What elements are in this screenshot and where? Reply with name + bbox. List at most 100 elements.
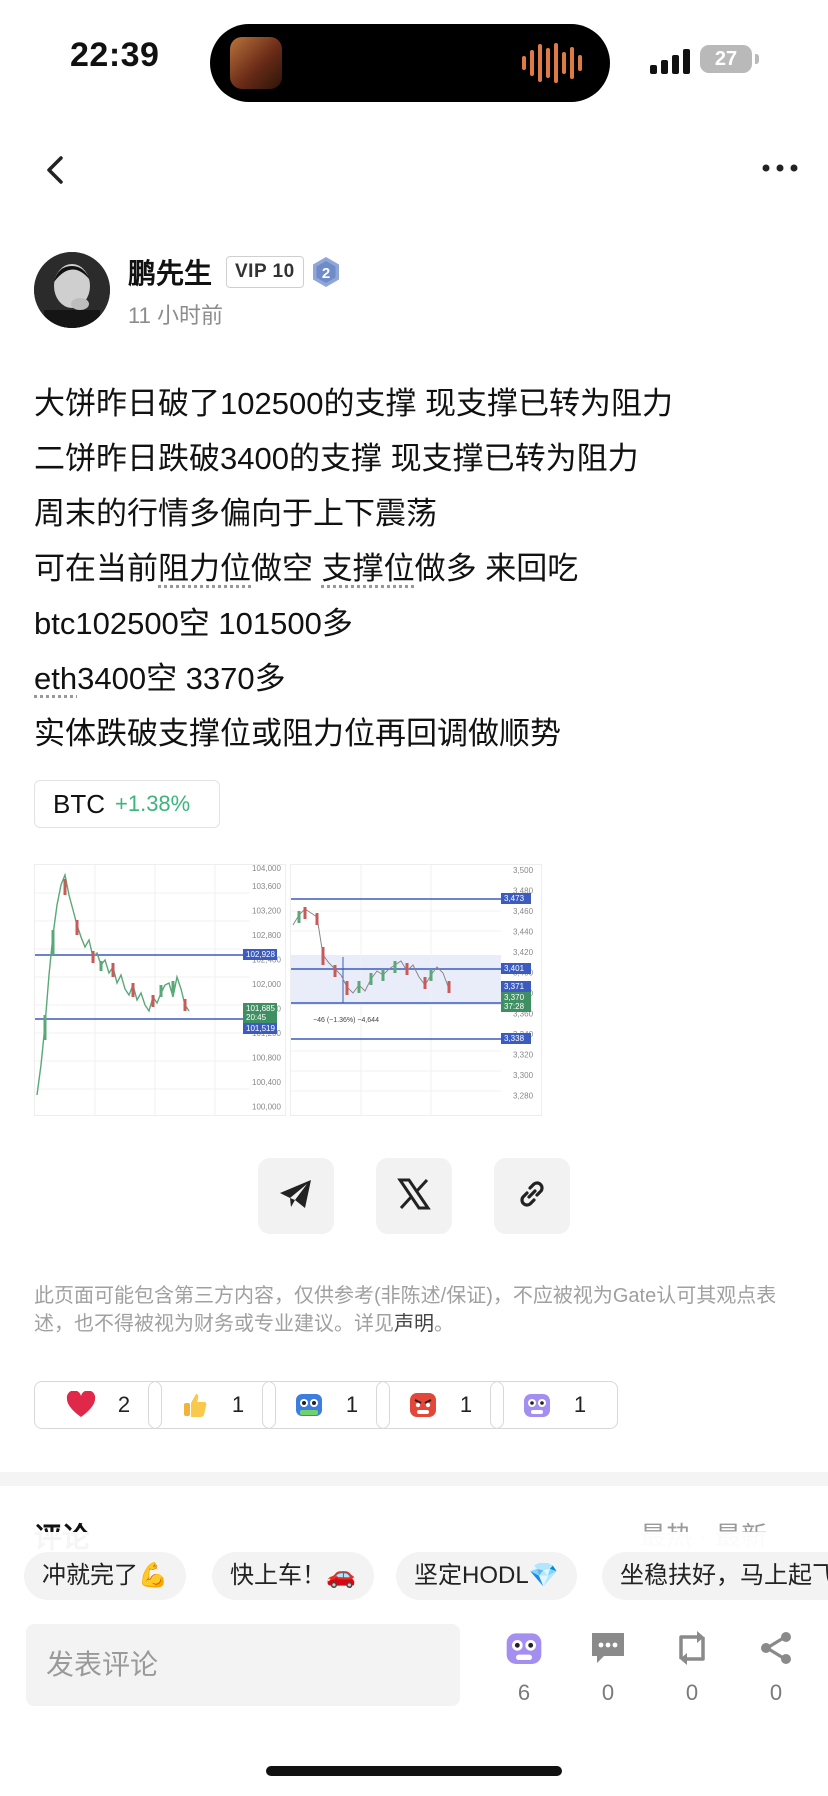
eth-tag-top: 3,473 xyxy=(504,894,525,903)
share-telegram-button[interactable] xyxy=(258,1158,334,1234)
hodl-robot-icon xyxy=(294,1390,324,1420)
reaction-count: 1 xyxy=(345,1392,359,1417)
battery-tip xyxy=(755,54,759,64)
eth-price-tick: 3,440 xyxy=(513,928,534,937)
react-action-button[interactable]: 6 xyxy=(494,1628,554,1706)
section-divider xyxy=(0,1472,828,1486)
quick-reply-chip[interactable]: 坚定HODL💎 xyxy=(396,1552,577,1600)
ticker-chip[interactable]: BTC +1.38% xyxy=(34,780,220,828)
share-action-button[interactable]: 0 xyxy=(746,1628,806,1706)
eth-tag-mid: 3,401 xyxy=(504,964,525,973)
reaction-hodl[interactable]: 1 xyxy=(262,1381,390,1429)
telegram-icon xyxy=(276,1174,316,1219)
post-line-6-b: 3400空 3370多 xyxy=(77,661,286,696)
author-name[interactable]: 鹏先生 xyxy=(128,252,212,292)
dynamic-island[interactable] xyxy=(210,24,610,102)
term-support-link[interactable]: 支撑位 xyxy=(322,551,415,586)
more-options-icon[interactable] xyxy=(760,158,800,178)
quick-reply-chip[interactable]: 冲就完了💪 xyxy=(24,1552,186,1600)
angry-face-icon xyxy=(408,1390,438,1420)
comment-input[interactable]: 发表评论 xyxy=(26,1624,460,1706)
eth-price-tick: 3,420 xyxy=(513,948,534,957)
btc-price-tick: 103,600 xyxy=(252,882,281,891)
eth-price-tick: 3,460 xyxy=(513,907,534,916)
purple-monster-icon xyxy=(504,1628,544,1668)
eth-measure-label: −46 (−1.36%) −4,644 xyxy=(313,1017,379,1024)
level-badge-icon: 2 xyxy=(310,256,342,288)
btc-price-tick: 100,800 xyxy=(252,1054,281,1063)
reaction-angry[interactable]: 1 xyxy=(376,1381,504,1429)
thumbs-up-icon xyxy=(180,1390,210,1420)
quick-reply-chip[interactable]: 快上车！🚗 xyxy=(212,1552,374,1600)
eth-price-tick: 3,300 xyxy=(513,1071,534,1080)
post-line-4-c: 做空 xyxy=(251,551,322,586)
post-timestamp: 11 小时前 xyxy=(128,303,223,328)
reaction-heart[interactable]: 2 xyxy=(34,1381,162,1429)
react-count: 6 xyxy=(517,1680,531,1705)
status-time: 22:39 xyxy=(70,36,160,74)
btc-price-tick: 102,800 xyxy=(252,931,281,940)
back-icon[interactable] xyxy=(36,150,76,190)
btc-price-tick: 102,000 xyxy=(252,980,281,989)
term-eth-link[interactable]: eth xyxy=(34,661,77,696)
repost-icon xyxy=(672,1628,712,1668)
x-icon xyxy=(396,1176,432,1217)
btc-price-tick: 103,200 xyxy=(252,907,281,916)
btc-price-tick: 100,000 xyxy=(252,1103,281,1112)
battery-icon: 27 xyxy=(700,45,752,73)
audio-waveform-icon xyxy=(522,42,582,84)
eth-chart-image[interactable]: −46 (−1.36%) −4,644 3,500 3,480 3,460 3,440… xyxy=(290,864,542,1116)
home-indicator xyxy=(266,1766,562,1776)
quick-reply-chip[interactable]: 坐稳扶好，马上起飞 xyxy=(602,1552,828,1600)
link-icon xyxy=(512,1174,552,1219)
repost-action-button[interactable]: 0 xyxy=(662,1628,722,1706)
cellular-signal-icon xyxy=(650,48,690,74)
reaction-count: 2 xyxy=(117,1392,131,1417)
reaction-count: 1 xyxy=(459,1392,473,1417)
btc-price-tick: 100,400 xyxy=(252,1078,281,1087)
level-badge-number: 2 xyxy=(322,265,330,282)
ticker-symbol: BTC xyxy=(53,788,105,819)
share-count: 0 xyxy=(769,1680,783,1705)
disclaimer-end: 。 xyxy=(434,1313,454,1335)
post-line-1: 大饼昨日破了102500的支撑 现支撑已转为阻力 xyxy=(34,386,674,421)
post-line-6: eth3400空 3370多 xyxy=(34,651,814,706)
btc-tag-support: 101,519 xyxy=(246,1024,275,1033)
eth-price-tick: 3,500 xyxy=(513,866,534,875)
ticker-change: +1.38% xyxy=(115,791,191,816)
eth-tag-370: 3,370 xyxy=(504,993,525,1002)
share-x-button[interactable] xyxy=(376,1158,452,1234)
eth-tag-371: 3,371 xyxy=(504,982,525,991)
post-body: 大饼昨日破了102500的支撑 现支撑已转为阻力 二饼昨日跌破3400的支撑 现… xyxy=(34,376,814,761)
reaction-monster[interactable]: 1 xyxy=(490,1381,618,1429)
author-avatar[interactable] xyxy=(34,252,110,328)
eth-tag-low: 3,338 xyxy=(504,1034,525,1043)
now-playing-artwork xyxy=(230,37,282,89)
repost-count: 0 xyxy=(685,1680,699,1705)
post-line-5: btc102500空 101500多 xyxy=(34,606,353,641)
btc-tag-price: 101,685 xyxy=(246,1004,275,1013)
reaction-count: 1 xyxy=(573,1392,587,1417)
eth-price-tick: 3,280 xyxy=(513,1092,534,1101)
eth-price-tick: 3,320 xyxy=(513,1051,534,1060)
post-line-4-a: 可在当前 xyxy=(34,551,158,586)
comment-count: 0 xyxy=(601,1680,615,1705)
reaction-count: 1 xyxy=(231,1392,245,1417)
copy-link-button[interactable] xyxy=(494,1158,570,1234)
share-icon xyxy=(756,1628,796,1668)
reaction-thumbs-up[interactable]: 1 xyxy=(148,1381,276,1429)
post-line-4-e: 做多 来回吃 xyxy=(414,551,579,586)
post-line-3: 周末的行情多偏向于上下震荡 xyxy=(34,496,437,531)
eth-tag-time: 37:28 xyxy=(504,1002,525,1011)
comment-action-button[interactable]: 0 xyxy=(578,1628,638,1706)
btc-chart-image[interactable]: 104,000103,600103,200102,800102,400102,0… xyxy=(34,864,286,1116)
post-line-7: 实体跌破支撑位或阻力位再回调做顺势 xyxy=(34,716,561,751)
post-line-4: 可在当前阻力位做空 支撑位做多 来回吃 xyxy=(34,541,814,596)
btc-price-tick: 104,000 xyxy=(252,865,281,873)
term-resistance-link[interactable]: 阻力位 xyxy=(158,551,251,586)
purple-monster-icon xyxy=(522,1390,552,1420)
disclaimer-link[interactable]: 声明 xyxy=(394,1313,434,1335)
comment-icon xyxy=(588,1628,628,1668)
btc-tag-resistance: 102,928 xyxy=(246,950,275,959)
btc-tag-time: 20:45 xyxy=(246,1013,267,1022)
